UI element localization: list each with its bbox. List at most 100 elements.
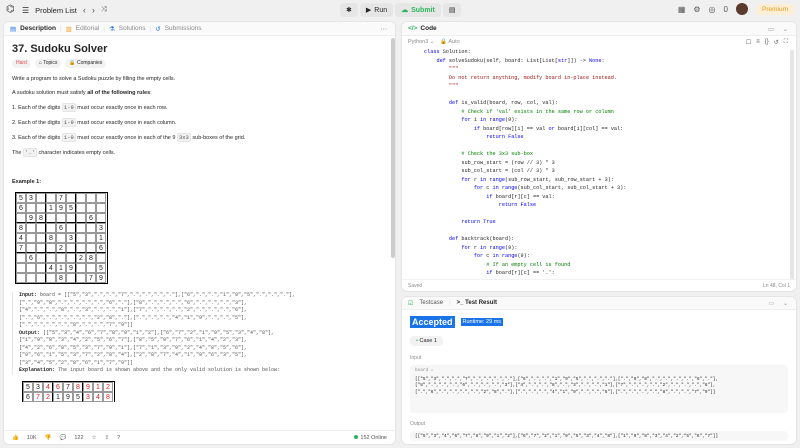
language-select[interactable]: Python3 ⌄ bbox=[408, 39, 434, 45]
tab-testcase[interactable]: Testcase bbox=[419, 300, 443, 306]
panel-window-icon[interactable]: ▭ bbox=[768, 25, 774, 33]
topics-tag[interactable]: ⌂ Topics bbox=[34, 59, 62, 68]
code-line[interactable]: class Solution: bbox=[424, 48, 626, 57]
sudoku-cell bbox=[26, 273, 36, 283]
code-line[interactable] bbox=[424, 91, 626, 100]
tab-submissions[interactable]: Submissions bbox=[165, 25, 202, 32]
code-line[interactable]: for c in range(sub_col_start, sub_col_st… bbox=[424, 184, 627, 193]
top-bar: ⌬ ☰ Problem List ‹ › ⤨ ✱ ▶ Run ☁ Submit ▤ … bbox=[0, 0, 800, 20]
save-status: Saved bbox=[408, 282, 423, 289]
problem-title[interactable]: 37. Sudoku Solver bbox=[12, 44, 387, 55]
code-line[interactable]: def solveSudoku(self, board: List[List[s… bbox=[424, 57, 626, 66]
code-line[interactable]: # Check if 'val' exists in the same row … bbox=[424, 108, 626, 117]
code-line[interactable]: # If an empty cell is found bbox=[424, 261, 626, 270]
tag-icon: ⌂ bbox=[38, 60, 42, 66]
code-line[interactable]: return False bbox=[424, 201, 626, 210]
like-icon[interactable]: 👍 bbox=[12, 435, 19, 441]
shuffle-icon[interactable]: ⤨ bbox=[101, 6, 107, 14]
code-line[interactable]: if board[row][i] == val or board[i][col]… bbox=[424, 125, 626, 134]
tab-solutions[interactable]: Solutions bbox=[119, 25, 146, 32]
debug-button[interactable]: ✱ bbox=[340, 3, 358, 17]
help-icon[interactable]: ? bbox=[117, 435, 120, 441]
explanation-text: The input board is shown above and the o… bbox=[55, 367, 281, 373]
tab-editorial[interactable]: Editorial bbox=[76, 25, 99, 32]
notes-button[interactable]: ▤ bbox=[442, 3, 462, 17]
code-line[interactable]: return True bbox=[424, 218, 626, 227]
layout-icon[interactable]: ▦ bbox=[678, 5, 686, 14]
list-icon[interactable]: ☰ bbox=[22, 6, 29, 15]
code-line[interactable]: sub_col_start = (col // 3) * 3 bbox=[424, 167, 626, 176]
code-line[interactable]: for i in range(9): bbox=[424, 116, 626, 125]
code-line[interactable]: if board[r][c] == val: bbox=[424, 193, 626, 202]
description-scrollbar[interactable] bbox=[391, 38, 395, 258]
sudoku-cell: 9 bbox=[26, 213, 36, 223]
star-icon[interactable]: ☆ bbox=[92, 435, 97, 441]
prev-problem-icon[interactable]: ‹ bbox=[83, 5, 86, 15]
sudoku-cell bbox=[76, 243, 86, 253]
code-editor[interactable]: class Solution: def solveSudoku(self, bo… bbox=[402, 48, 796, 276]
sudoku-cell bbox=[16, 253, 26, 263]
braces-icon[interactable]: {} bbox=[765, 39, 769, 46]
code-line[interactable]: def backtrack(board): bbox=[424, 235, 626, 244]
sudoku-cell bbox=[76, 213, 86, 223]
code-line[interactable]: for r in range(9): bbox=[424, 244, 626, 253]
code-lines[interactable]: class Solution: def solveSudoku(self, bo… bbox=[424, 48, 626, 276]
code-line[interactable] bbox=[424, 210, 626, 219]
sudoku-cell bbox=[76, 273, 86, 283]
comment-icon[interactable]: 💬 bbox=[60, 435, 67, 441]
code-line[interactable]: return False bbox=[424, 133, 626, 142]
submit-button[interactable]: ☁ Submit bbox=[395, 3, 441, 17]
panel-window-icon[interactable]: ▭ bbox=[768, 300, 774, 307]
description-icon: ▤ bbox=[10, 25, 17, 33]
code-line[interactable]: """ bbox=[424, 65, 626, 74]
editor-scrollbar[interactable] bbox=[790, 50, 794, 280]
bookmark-icon[interactable]: ☐ bbox=[746, 39, 751, 46]
premium-button[interactable]: Premium bbox=[755, 3, 794, 15]
avatar[interactable] bbox=[735, 3, 748, 15]
code-line[interactable]: if board[r][c] == '.': bbox=[424, 269, 626, 276]
sudoku-cell: 5 bbox=[96, 263, 106, 273]
code-line[interactable] bbox=[424, 142, 626, 151]
code-panel: </> Code ▭ ⌄ Python3 ⌄ 🔒 Auto ☐ ≡ {} ↺ ⛶… bbox=[401, 21, 797, 292]
tab-test-result[interactable]: >_ Test Result bbox=[457, 300, 497, 306]
sudoku-cell: 6 bbox=[26, 253, 36, 263]
logo-icon[interactable]: ⌬ bbox=[6, 5, 16, 15]
share-icon[interactable]: ⇪ bbox=[105, 435, 110, 441]
reset-icon[interactable]: ↺ bbox=[774, 39, 779, 46]
problem-list-link[interactable]: Problem List bbox=[35, 6, 77, 15]
settings-icon[interactable]: ⚙ bbox=[693, 5, 700, 14]
coins-count[interactable]: 0 bbox=[724, 5, 728, 14]
sudoku-cell bbox=[66, 273, 76, 283]
format-icon[interactable]: ≡ bbox=[756, 39, 760, 46]
sudoku-cell bbox=[36, 193, 46, 203]
case-tab[interactable]: • Case 1 bbox=[410, 336, 443, 346]
tab-code[interactable]: Code bbox=[420, 25, 436, 32]
panel-menu-icon[interactable]: ⋯ bbox=[381, 25, 388, 33]
code-line[interactable]: Do not return anything, modify board in-… bbox=[424, 74, 626, 83]
sudoku-cell bbox=[36, 223, 46, 233]
sudoku-cell: 4 bbox=[16, 233, 26, 243]
dislike-icon[interactable]: 👎 bbox=[45, 435, 52, 441]
code-line[interactable]: sub_row_start = (row // 3) * 3 bbox=[424, 159, 626, 168]
code-line[interactable]: for c in range(9): bbox=[424, 252, 626, 261]
sudoku-cell bbox=[46, 243, 56, 253]
next-problem-icon[interactable]: › bbox=[92, 5, 95, 15]
autocomplete-toggle[interactable]: 🔒 Auto bbox=[440, 39, 459, 45]
companies-tag[interactable]: 🔒 Companies bbox=[65, 59, 107, 68]
code-line[interactable] bbox=[424, 227, 626, 236]
streak-icon[interactable]: ◎ bbox=[709, 5, 716, 14]
sudoku-cell: 2 bbox=[76, 253, 86, 263]
sudoku-cell bbox=[96, 253, 106, 263]
sudoku-cell: 3 bbox=[26, 193, 36, 203]
code-line[interactable]: def is_valid(board, row, col, val): bbox=[424, 99, 626, 108]
tab-description[interactable]: Description bbox=[20, 25, 56, 32]
panel-menu-icon[interactable]: ⌄ bbox=[783, 25, 788, 33]
fullscreen-icon[interactable]: ⛶ bbox=[784, 39, 788, 46]
run-button[interactable]: ▶ Run bbox=[359, 3, 394, 17]
output-label: Output bbox=[410, 421, 426, 427]
code-line[interactable]: """ bbox=[424, 82, 626, 91]
code-line[interactable]: # Check the 3x3 sub-box bbox=[424, 150, 626, 159]
sudoku-cell: 8 bbox=[16, 223, 26, 233]
panel-menu-icon[interactable]: ⌄ bbox=[783, 300, 788, 307]
code-line[interactable]: for r in range(sub_row_start, sub_row_st… bbox=[424, 176, 626, 185]
